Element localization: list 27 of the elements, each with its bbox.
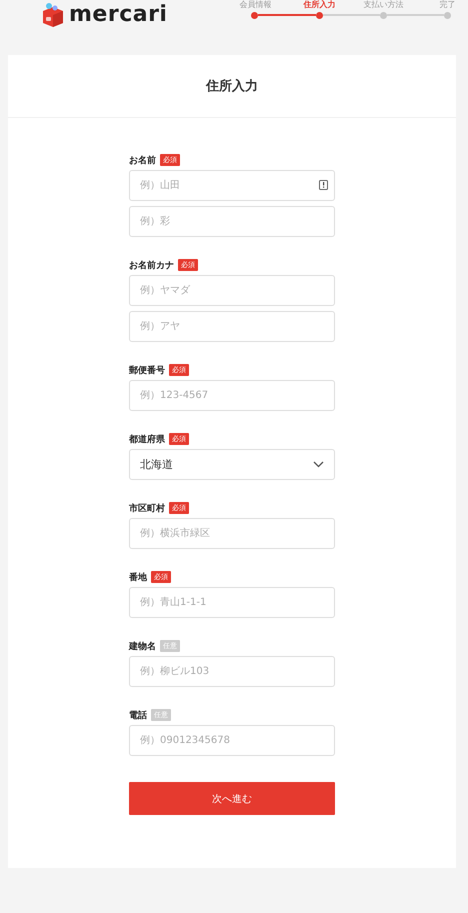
input-field[interactable]: 例）柳ビル103: [129, 656, 335, 687]
input-field[interactable]: 例）山田: [129, 170, 335, 201]
field-label: お名前カナ: [129, 260, 174, 272]
prefecture-select[interactable]: 北海道: [129, 449, 335, 480]
input-field[interactable]: 例）青山1-1-1: [129, 587, 335, 618]
logo-text: mercari: [69, 2, 168, 28]
step-label: 会員情報: [239, 0, 272, 10]
field-label: 都道府県: [129, 433, 165, 446]
input-field[interactable]: 例）アヤ: [129, 311, 335, 342]
field-label: 番地: [129, 571, 147, 584]
input-field[interactable]: 例）横浜市緑区: [129, 518, 335, 549]
step-label: 完了: [439, 0, 456, 10]
page-title: 住所入力: [206, 78, 258, 95]
input-field[interactable]: 例）09012345678: [129, 725, 335, 756]
next-button[interactable]: 次へ進む: [129, 782, 335, 815]
field-label: お名前: [129, 154, 156, 166]
step-label: 支払い方法: [363, 0, 404, 10]
input-field[interactable]: 例）123-4567: [129, 380, 335, 411]
field-label: 市区町村: [129, 502, 165, 514]
chevron-down-icon: [313, 461, 324, 468]
input-field[interactable]: 例）彩: [129, 206, 335, 237]
box-logo-icon: [40, 2, 66, 28]
field-label: 郵便番号: [129, 364, 165, 376]
field-label: 電話: [129, 709, 147, 722]
input-field[interactable]: 例）ヤマダ: [129, 275, 335, 306]
field-label: 建物名: [129, 640, 156, 652]
step-label: 住所入力: [303, 0, 336, 10]
